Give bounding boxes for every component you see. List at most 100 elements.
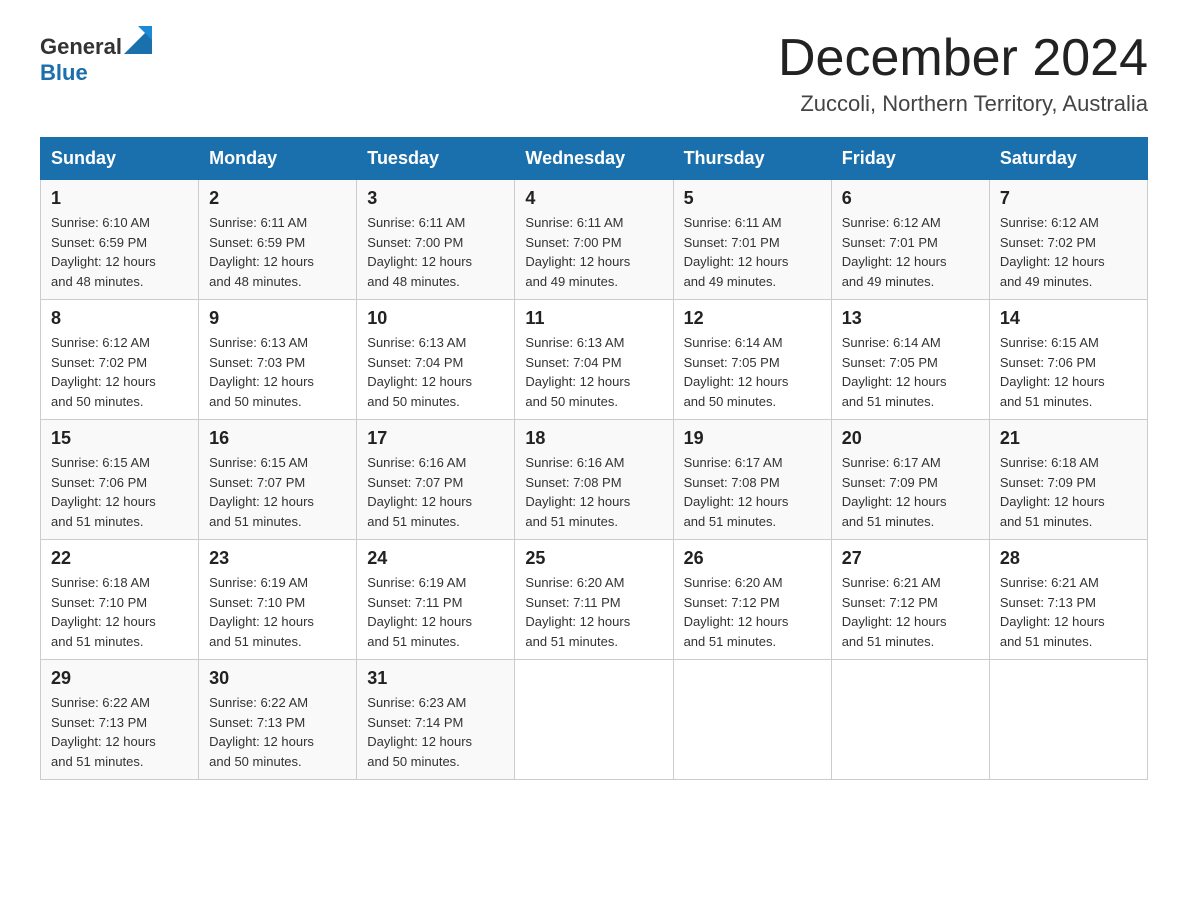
day-number: 12 [684,308,821,329]
logo: General Blue [40,30,152,86]
day-number: 21 [1000,428,1137,449]
day-info: Sunrise: 6:15 AMSunset: 7:07 PMDaylight:… [209,455,314,529]
calendar-cell [515,660,673,780]
day-info: Sunrise: 6:19 AMSunset: 7:10 PMDaylight:… [209,575,314,649]
calendar-cell: 8 Sunrise: 6:12 AMSunset: 7:02 PMDayligh… [41,300,199,420]
day-number: 4 [525,188,662,209]
day-number: 17 [367,428,504,449]
day-number: 14 [1000,308,1137,329]
calendar-cell: 21 Sunrise: 6:18 AMSunset: 7:09 PMDaylig… [989,420,1147,540]
day-info: Sunrise: 6:13 AMSunset: 7:04 PMDaylight:… [367,335,472,409]
calendar-cell: 10 Sunrise: 6:13 AMSunset: 7:04 PMDaylig… [357,300,515,420]
day-header-wednesday: Wednesday [515,138,673,180]
day-number: 23 [209,548,346,569]
calendar-week-row: 15 Sunrise: 6:15 AMSunset: 7:06 PMDaylig… [41,420,1148,540]
calendar-cell: 23 Sunrise: 6:19 AMSunset: 7:10 PMDaylig… [199,540,357,660]
calendar-cell [673,660,831,780]
calendar-cell: 15 Sunrise: 6:15 AMSunset: 7:06 PMDaylig… [41,420,199,540]
calendar-week-row: 8 Sunrise: 6:12 AMSunset: 7:02 PMDayligh… [41,300,1148,420]
day-info: Sunrise: 6:18 AMSunset: 7:10 PMDaylight:… [51,575,156,649]
day-number: 27 [842,548,979,569]
day-info: Sunrise: 6:23 AMSunset: 7:14 PMDaylight:… [367,695,472,769]
day-header-saturday: Saturday [989,138,1147,180]
calendar-cell: 17 Sunrise: 6:16 AMSunset: 7:07 PMDaylig… [357,420,515,540]
day-number: 7 [1000,188,1137,209]
day-info: Sunrise: 6:13 AMSunset: 7:04 PMDaylight:… [525,335,630,409]
day-header-monday: Monday [199,138,357,180]
calendar-cell [831,660,989,780]
day-info: Sunrise: 6:14 AMSunset: 7:05 PMDaylight:… [684,335,789,409]
calendar-cell: 1 Sunrise: 6:10 AMSunset: 6:59 PMDayligh… [41,180,199,300]
logo-text: General Blue [40,30,152,86]
calendar-cell: 24 Sunrise: 6:19 AMSunset: 7:11 PMDaylig… [357,540,515,660]
day-number: 3 [367,188,504,209]
day-info: Sunrise: 6:10 AMSunset: 6:59 PMDaylight:… [51,215,156,289]
day-number: 10 [367,308,504,329]
calendar-cell: 7 Sunrise: 6:12 AMSunset: 7:02 PMDayligh… [989,180,1147,300]
day-number: 29 [51,668,188,689]
calendar-week-row: 1 Sunrise: 6:10 AMSunset: 6:59 PMDayligh… [41,180,1148,300]
day-header-friday: Friday [831,138,989,180]
calendar-cell: 30 Sunrise: 6:22 AMSunset: 7:13 PMDaylig… [199,660,357,780]
calendar-cell: 12 Sunrise: 6:14 AMSunset: 7:05 PMDaylig… [673,300,831,420]
month-title: December 2024 [778,30,1148,87]
calendar-cell: 25 Sunrise: 6:20 AMSunset: 7:11 PMDaylig… [515,540,673,660]
calendar-cell: 29 Sunrise: 6:22 AMSunset: 7:13 PMDaylig… [41,660,199,780]
calendar-cell: 31 Sunrise: 6:23 AMSunset: 7:14 PMDaylig… [357,660,515,780]
day-info: Sunrise: 6:17 AMSunset: 7:08 PMDaylight:… [684,455,789,529]
day-number: 28 [1000,548,1137,569]
day-info: Sunrise: 6:16 AMSunset: 7:08 PMDaylight:… [525,455,630,529]
calendar-cell: 27 Sunrise: 6:21 AMSunset: 7:12 PMDaylig… [831,540,989,660]
calendar-cell: 16 Sunrise: 6:15 AMSunset: 7:07 PMDaylig… [199,420,357,540]
calendar-cell: 11 Sunrise: 6:13 AMSunset: 7:04 PMDaylig… [515,300,673,420]
day-info: Sunrise: 6:18 AMSunset: 7:09 PMDaylight:… [1000,455,1105,529]
calendar-header-row: SundayMondayTuesdayWednesdayThursdayFrid… [41,138,1148,180]
day-number: 25 [525,548,662,569]
logo-general: General [40,34,122,59]
calendar-cell: 5 Sunrise: 6:11 AMSunset: 7:01 PMDayligh… [673,180,831,300]
calendar-cell: 18 Sunrise: 6:16 AMSunset: 7:08 PMDaylig… [515,420,673,540]
calendar-cell: 9 Sunrise: 6:13 AMSunset: 7:03 PMDayligh… [199,300,357,420]
day-number: 18 [525,428,662,449]
day-number: 16 [209,428,346,449]
location-title: Zuccoli, Northern Territory, Australia [778,91,1148,117]
calendar-cell: 6 Sunrise: 6:12 AMSunset: 7:01 PMDayligh… [831,180,989,300]
day-number: 19 [684,428,821,449]
day-info: Sunrise: 6:11 AMSunset: 7:00 PMDaylight:… [367,215,472,289]
calendar-week-row: 29 Sunrise: 6:22 AMSunset: 7:13 PMDaylig… [41,660,1148,780]
day-info: Sunrise: 6:14 AMSunset: 7:05 PMDaylight:… [842,335,947,409]
calendar-cell: 19 Sunrise: 6:17 AMSunset: 7:08 PMDaylig… [673,420,831,540]
day-number: 22 [51,548,188,569]
day-info: Sunrise: 6:11 AMSunset: 7:01 PMDaylight:… [684,215,789,289]
day-info: Sunrise: 6:16 AMSunset: 7:07 PMDaylight:… [367,455,472,529]
calendar-week-row: 22 Sunrise: 6:18 AMSunset: 7:10 PMDaylig… [41,540,1148,660]
calendar-cell: 3 Sunrise: 6:11 AMSunset: 7:00 PMDayligh… [357,180,515,300]
day-info: Sunrise: 6:15 AMSunset: 7:06 PMDaylight:… [51,455,156,529]
day-header-tuesday: Tuesday [357,138,515,180]
day-header-sunday: Sunday [41,138,199,180]
day-number: 9 [209,308,346,329]
day-number: 24 [367,548,504,569]
day-number: 2 [209,188,346,209]
day-info: Sunrise: 6:15 AMSunset: 7:06 PMDaylight:… [1000,335,1105,409]
title-area: December 2024 Zuccoli, Northern Territor… [778,30,1148,117]
calendar-cell: 26 Sunrise: 6:20 AMSunset: 7:12 PMDaylig… [673,540,831,660]
day-number: 6 [842,188,979,209]
day-info: Sunrise: 6:13 AMSunset: 7:03 PMDaylight:… [209,335,314,409]
calendar-cell: 4 Sunrise: 6:11 AMSunset: 7:00 PMDayligh… [515,180,673,300]
day-header-thursday: Thursday [673,138,831,180]
day-info: Sunrise: 6:20 AMSunset: 7:11 PMDaylight:… [525,575,630,649]
day-info: Sunrise: 6:12 AMSunset: 7:02 PMDaylight:… [1000,215,1105,289]
day-number: 11 [525,308,662,329]
calendar-cell [989,660,1147,780]
day-number: 1 [51,188,188,209]
day-number: 8 [51,308,188,329]
day-number: 13 [842,308,979,329]
day-info: Sunrise: 6:12 AMSunset: 7:02 PMDaylight:… [51,335,156,409]
day-info: Sunrise: 6:11 AMSunset: 7:00 PMDaylight:… [525,215,630,289]
calendar-cell: 22 Sunrise: 6:18 AMSunset: 7:10 PMDaylig… [41,540,199,660]
logo-blue: Blue [40,60,88,85]
day-number: 15 [51,428,188,449]
day-number: 30 [209,668,346,689]
day-number: 26 [684,548,821,569]
